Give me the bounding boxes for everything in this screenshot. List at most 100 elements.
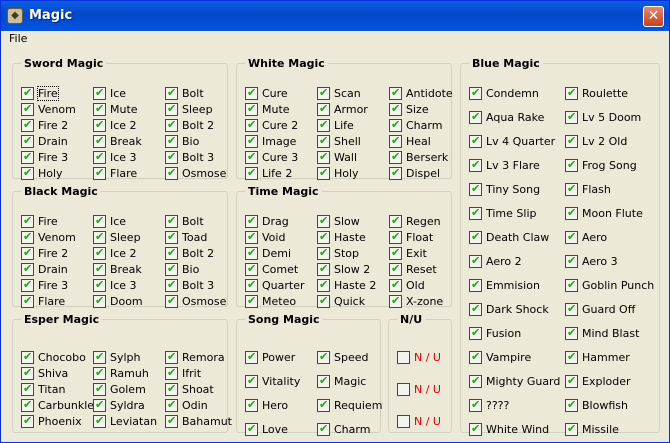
checkbox-box[interactable] — [93, 294, 106, 308]
checkbox-box[interactable] — [565, 86, 578, 100]
checkbox-box[interactable] — [21, 134, 34, 148]
checkbox-box[interactable] — [165, 118, 178, 132]
checkbox-box[interactable] — [21, 294, 34, 308]
checkbox-box[interactable] — [93, 246, 106, 260]
checkbox-box[interactable] — [317, 262, 330, 276]
checkbox-box[interactable] — [317, 278, 330, 292]
checkbox-box[interactable] — [21, 166, 34, 180]
checkbox-box[interactable] — [245, 294, 258, 308]
checkbox-box[interactable] — [389, 230, 402, 244]
checkbox-box[interactable] — [317, 422, 330, 436]
checkbox-box[interactable] — [317, 134, 330, 148]
checkbox-box[interactable] — [165, 246, 178, 260]
checkbox-box[interactable] — [245, 102, 258, 116]
checkbox-box[interactable] — [469, 254, 482, 268]
checkbox-box[interactable] — [469, 182, 482, 196]
checkbox-box[interactable] — [397, 383, 410, 396]
checkbox-box[interactable] — [21, 150, 34, 164]
menu-file[interactable]: File — [9, 32, 27, 45]
checkbox-box[interactable] — [165, 86, 178, 100]
checkbox-box[interactable] — [245, 278, 258, 292]
checkbox-box[interactable] — [469, 278, 482, 292]
checkbox-box[interactable] — [93, 134, 106, 148]
checkbox-box[interactable] — [21, 230, 34, 244]
checkbox-box[interactable] — [245, 214, 258, 228]
checkbox-box[interactable] — [93, 382, 106, 396]
checkbox-box[interactable] — [165, 398, 178, 412]
checkbox-box[interactable] — [165, 150, 178, 164]
checkbox-box[interactable] — [93, 230, 106, 244]
checkbox-box[interactable] — [93, 166, 106, 180]
checkbox-box[interactable] — [389, 278, 402, 292]
checkbox-box[interactable] — [469, 230, 482, 244]
checkbox-box[interactable] — [389, 294, 402, 308]
checkbox-box[interactable] — [93, 398, 106, 412]
checkbox-box[interactable] — [389, 118, 402, 132]
checkbox-box[interactable] — [21, 398, 34, 412]
checkbox-box[interactable] — [245, 150, 258, 164]
checkbox-box[interactable] — [469, 134, 482, 148]
checkbox-box[interactable] — [317, 398, 330, 412]
checkbox-box[interactable] — [389, 134, 402, 148]
checkbox-box[interactable] — [469, 326, 482, 340]
checkbox-box[interactable] — [165, 230, 178, 244]
checkbox-box[interactable] — [21, 246, 34, 260]
checkbox-box[interactable] — [245, 134, 258, 148]
checkbox-box[interactable] — [389, 166, 402, 180]
checkbox-box[interactable] — [21, 366, 34, 380]
checkbox-box[interactable] — [21, 102, 34, 116]
checkbox-box[interactable] — [317, 102, 330, 116]
checkbox-box[interactable] — [165, 166, 178, 180]
checkbox-box[interactable] — [93, 414, 106, 428]
checkbox-box[interactable] — [165, 414, 178, 428]
checkbox-box[interactable] — [165, 102, 178, 116]
checkbox-box[interactable] — [565, 326, 578, 340]
checkbox-box[interactable] — [565, 206, 578, 220]
checkbox-box[interactable] — [565, 230, 578, 244]
title-bar[interactable]: ◆ Magic ✕ — [1, 1, 669, 31]
checkbox-box[interactable] — [21, 262, 34, 276]
checkbox-box[interactable] — [245, 86, 258, 100]
checkbox-box[interactable] — [469, 158, 482, 172]
checkbox-box[interactable] — [565, 422, 578, 436]
checkbox-box[interactable] — [389, 214, 402, 228]
checkbox-box[interactable] — [317, 214, 330, 228]
checkbox-box[interactable] — [469, 206, 482, 220]
checkbox-box[interactable] — [317, 166, 330, 180]
checkbox-box[interactable] — [469, 86, 482, 100]
checkbox-box[interactable] — [565, 374, 578, 388]
checkbox-box[interactable] — [93, 278, 106, 292]
checkbox-box[interactable] — [93, 86, 106, 100]
checkbox-box[interactable] — [317, 230, 330, 244]
checkbox-box[interactable] — [93, 262, 106, 276]
checkbox-box[interactable] — [565, 350, 578, 364]
checkbox-box[interactable] — [21, 86, 34, 100]
checkbox-box[interactable] — [565, 254, 578, 268]
checkbox-box[interactable] — [245, 166, 258, 180]
checkbox-box[interactable] — [565, 398, 578, 412]
checkbox-box[interactable] — [397, 415, 410, 428]
checkbox-box[interactable] — [317, 374, 330, 388]
checkbox-box[interactable] — [317, 118, 330, 132]
checkbox-box[interactable] — [165, 382, 178, 396]
checkbox-box[interactable] — [165, 350, 178, 364]
checkbox-box[interactable] — [317, 246, 330, 260]
checkbox-box[interactable] — [93, 366, 106, 380]
checkbox-box[interactable] — [93, 102, 106, 116]
checkbox-box[interactable] — [469, 398, 482, 412]
checkbox-box[interactable] — [389, 150, 402, 164]
checkbox-box[interactable] — [165, 294, 178, 308]
checkbox-box[interactable] — [469, 302, 482, 316]
checkbox-box[interactable] — [317, 86, 330, 100]
checkbox-box[interactable] — [165, 262, 178, 276]
checkbox-box[interactable] — [165, 278, 178, 292]
checkbox-box[interactable] — [21, 278, 34, 292]
checkbox-box[interactable] — [245, 398, 258, 412]
checkbox-box[interactable] — [245, 350, 258, 364]
checkbox-box[interactable] — [245, 422, 258, 436]
checkbox-box[interactable] — [245, 262, 258, 276]
checkbox-box[interactable] — [21, 214, 34, 228]
checkbox-box[interactable] — [565, 134, 578, 148]
checkbox-box[interactable] — [389, 246, 402, 260]
checkbox-box[interactable] — [397, 351, 410, 364]
